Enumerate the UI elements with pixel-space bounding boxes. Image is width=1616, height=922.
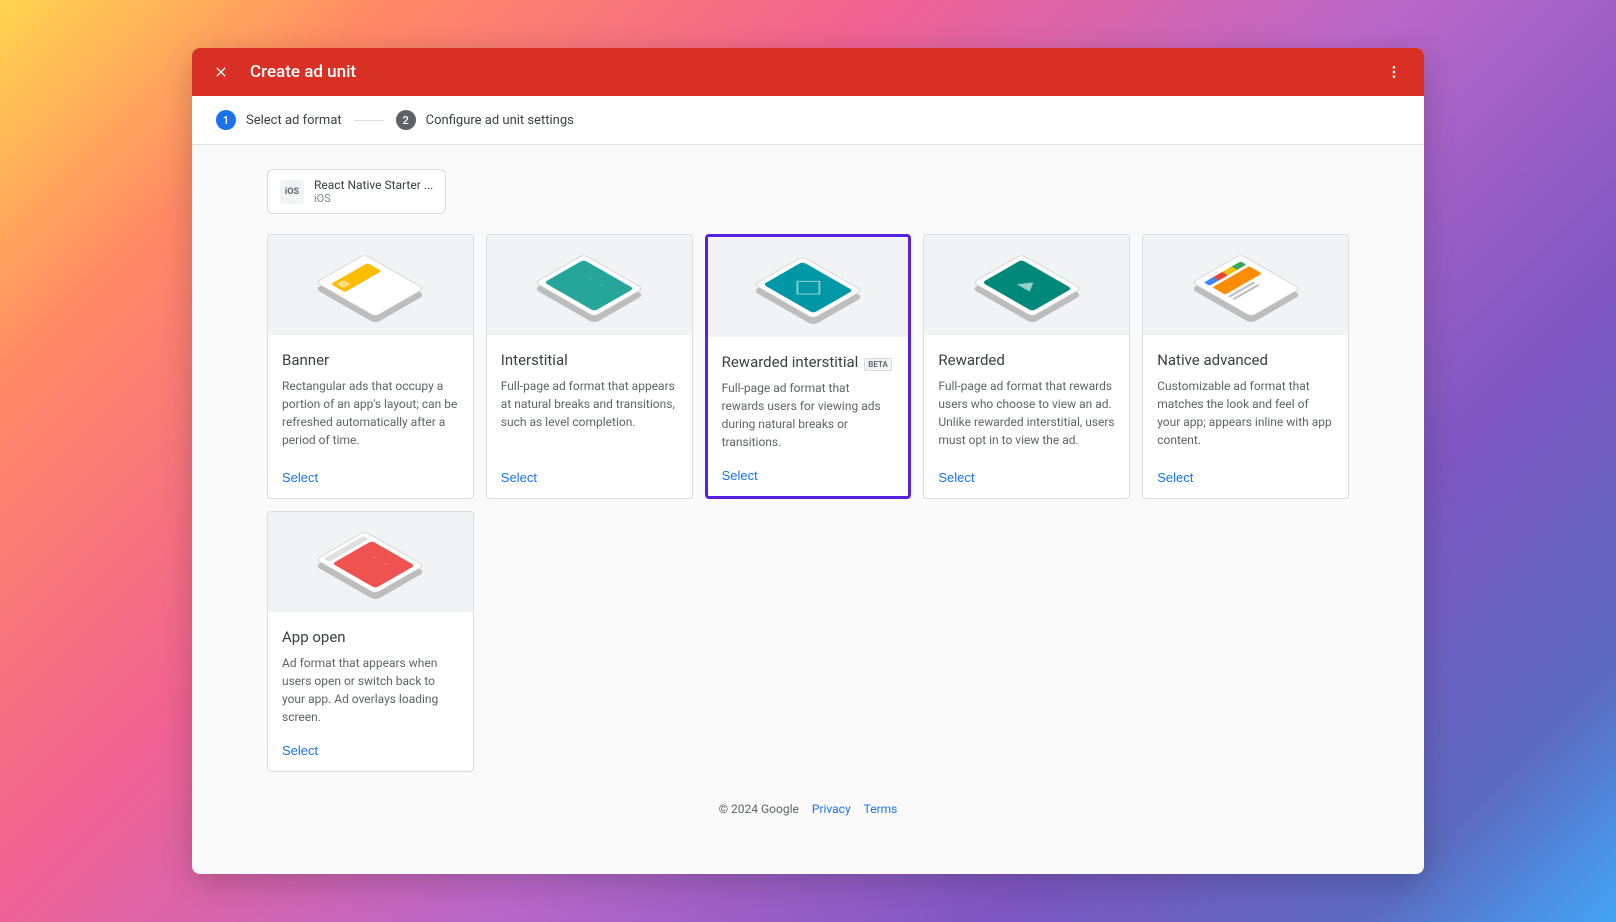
step-2-label: Configure ad unit settings: [426, 113, 574, 128]
card-title: Rewarded: [938, 351, 1004, 369]
dialog-title: Create ad unit: [250, 62, 356, 82]
native-illustration: [1143, 235, 1348, 335]
app-platform: iOS: [314, 192, 433, 205]
card-title: Native advanced: [1157, 351, 1268, 369]
app-selector-chip[interactable]: iOS React Native Starter ... iOS: [267, 169, 446, 214]
format-grid: Banner Rectangular ads that occupy a por…: [267, 234, 1349, 772]
banner-illustration: [268, 235, 473, 335]
card-description: Full-page ad format that rewards users f…: [722, 379, 895, 451]
rewarded-illustration: [924, 235, 1129, 335]
more-vert-icon: [1386, 64, 1402, 80]
select-rewarded-button[interactable]: Select: [938, 470, 974, 485]
step-divider: [354, 120, 384, 121]
select-banner-button[interactable]: Select: [282, 470, 318, 485]
card-title: App open: [282, 628, 346, 646]
step-2[interactable]: 2 Configure ad unit settings: [396, 110, 574, 130]
step-2-number: 2: [396, 110, 416, 130]
card-native-advanced: Native advanced Customizable ad format t…: [1142, 234, 1349, 499]
step-1-number: 1: [216, 110, 236, 130]
content-area: iOS React Native Starter ... iOS Banner …: [192, 145, 1424, 874]
card-description: Full-page ad format that appears at natu…: [501, 377, 678, 453]
dialog-window: Create ad unit 1 Select ad format 2 Conf…: [192, 48, 1424, 874]
card-banner: Banner Rectangular ads that occupy a por…: [267, 234, 474, 499]
more-options-button[interactable]: [1384, 62, 1404, 82]
step-1[interactable]: 1 Select ad format: [216, 110, 342, 130]
dialog-header: Create ad unit: [192, 48, 1424, 96]
close-icon: [213, 64, 229, 80]
privacy-link[interactable]: Privacy: [812, 802, 851, 816]
card-description: Ad format that appears when users open o…: [282, 654, 459, 726]
select-app-open-button[interactable]: Select: [282, 743, 318, 758]
card-description: Customizable ad format that matches the …: [1157, 377, 1334, 453]
step-1-label: Select ad format: [246, 113, 342, 128]
card-title: Rewarded interstitial: [722, 353, 859, 371]
stepper: 1 Select ad format 2 Configure ad unit s…: [192, 96, 1424, 145]
card-title: Interstitial: [501, 351, 568, 369]
app-open-illustration: [268, 512, 473, 612]
ios-icon: iOS: [280, 180, 304, 204]
beta-badge: BETA: [864, 358, 892, 371]
card-rewarded: Rewarded Full-page ad format that reward…: [923, 234, 1130, 499]
terms-link[interactable]: Terms: [864, 802, 898, 816]
footer: © 2024 Google Privacy Terms: [267, 772, 1349, 834]
card-description: Full-page ad format that rewards users w…: [938, 377, 1115, 453]
close-button[interactable]: [212, 63, 230, 81]
rewarded-interstitial-illustration: [708, 237, 909, 337]
card-app-open: App open Ad format that appears when use…: [267, 511, 474, 772]
app-name: React Native Starter ...: [314, 178, 433, 192]
select-rewarded-interstitial-button[interactable]: Select: [722, 468, 758, 483]
copyright-text: © 2024 Google: [719, 802, 799, 816]
card-description: Rectangular ads that occupy a portion of…: [282, 377, 459, 453]
interstitial-illustration: [487, 235, 692, 335]
select-native-button[interactable]: Select: [1157, 470, 1193, 485]
card-rewarded-interstitial: Rewarded interstitial BETA Full-page ad …: [705, 234, 912, 499]
card-interstitial: Interstitial Full-page ad format that ap…: [486, 234, 693, 499]
card-title: Banner: [282, 351, 329, 369]
select-interstitial-button[interactable]: Select: [501, 470, 537, 485]
